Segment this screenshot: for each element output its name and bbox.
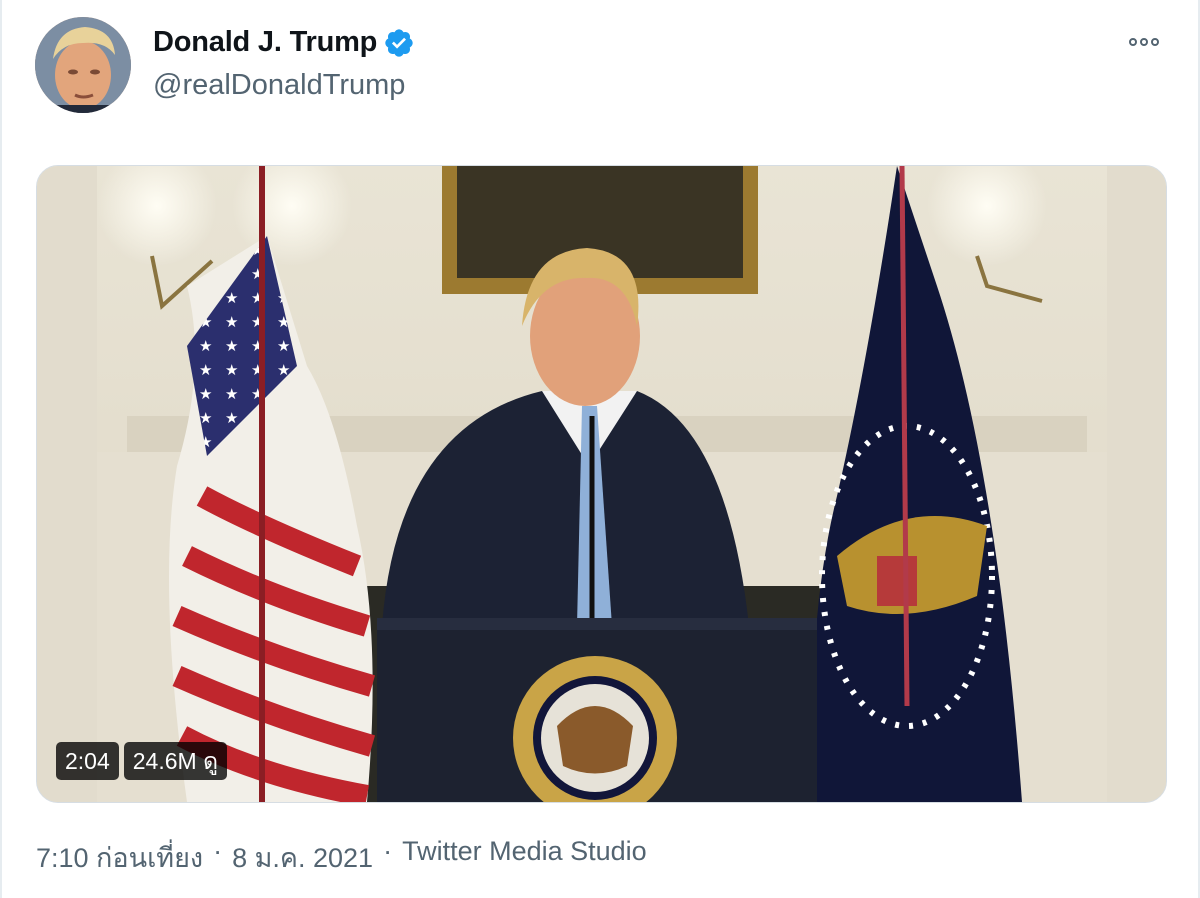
video-overlay-badges: 2:04 24.6M ดู	[56, 742, 228, 780]
more-horizontal-icon[interactable]	[1129, 34, 1165, 50]
meta-separator: ·	[383, 836, 393, 866]
video-duration-badge: 2:04	[56, 742, 119, 780]
meta-separator: ·	[213, 836, 223, 866]
tweet-source[interactable]: Twitter Media Studio	[402, 836, 647, 879]
tweet-metadata: 7:10 ก่อนเที่ยง · 8 ม.ค. 2021 · Twitter …	[36, 836, 647, 879]
video-frame: ★	[37, 166, 1166, 802]
verified-badge-icon	[383, 27, 415, 59]
video-views-badge: 24.6M ดู	[123, 742, 228, 780]
author-name-row[interactable]: Donald J. Trump	[153, 26, 415, 59]
video-player[interactable]: ★	[36, 165, 1167, 803]
author-display-name[interactable]: Donald J. Trump	[153, 26, 377, 59]
tweet-date[interactable]: 8 ม.ค. 2021	[232, 836, 373, 879]
tweet-card: Donald J. Trump @realDonaldTrump 2:04 24…	[0, 0, 1200, 898]
tweet-time[interactable]: 7:10 ก่อนเที่ยง	[36, 836, 203, 879]
author-avatar[interactable]	[35, 17, 131, 113]
author-handle[interactable]: @realDonaldTrump	[153, 69, 405, 102]
